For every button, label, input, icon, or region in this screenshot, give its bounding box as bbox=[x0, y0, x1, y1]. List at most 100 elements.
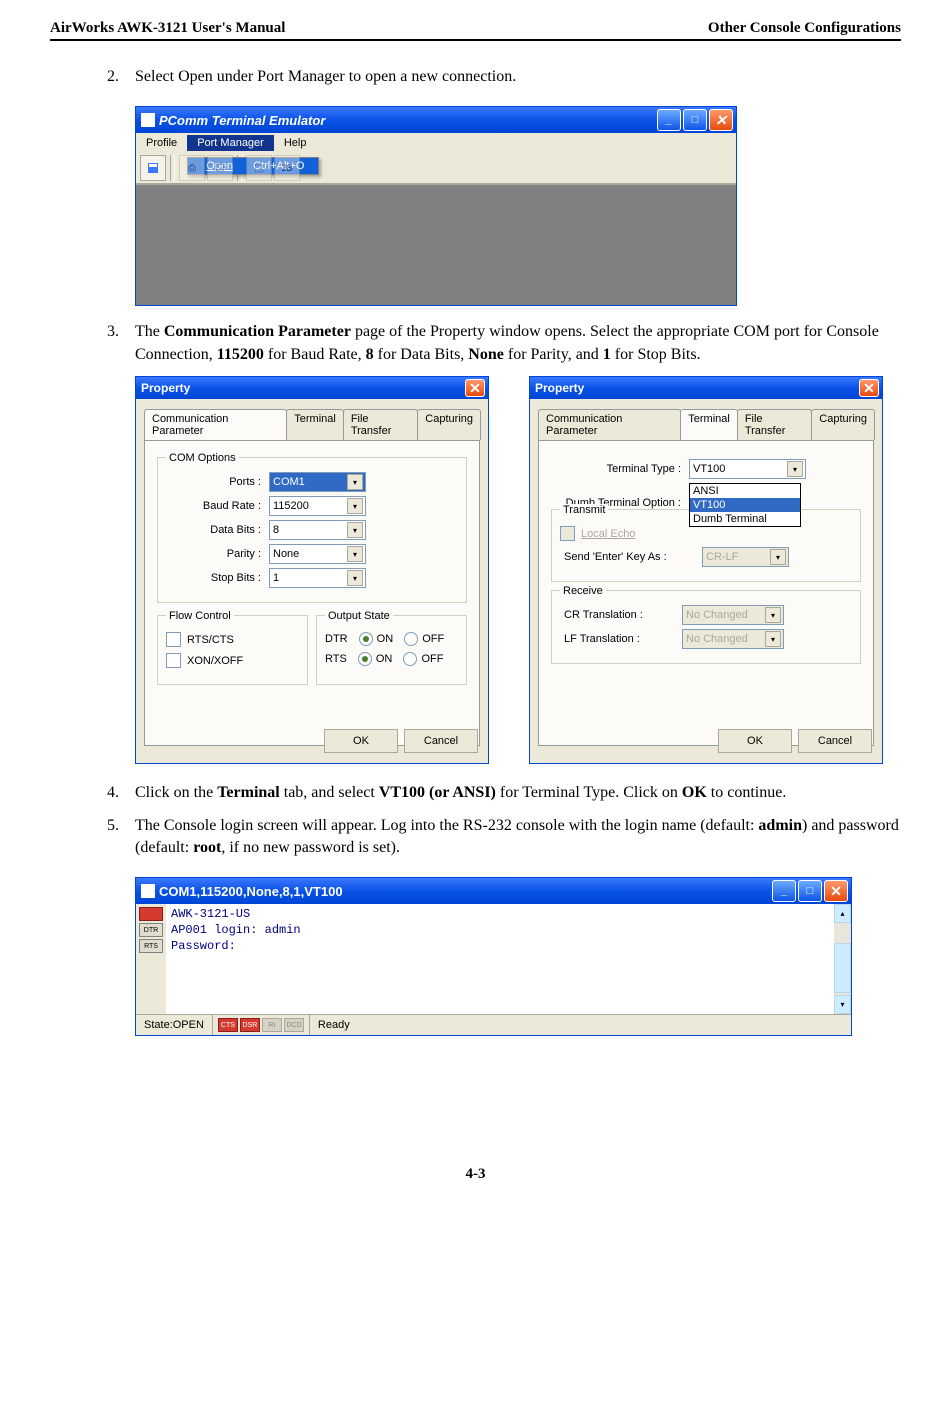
ok-button[interactable]: OK bbox=[324, 729, 398, 753]
radio-dtr-off[interactable] bbox=[404, 632, 418, 646]
checkbox-rtscts[interactable] bbox=[166, 632, 181, 647]
scrollbar[interactable]: ▴ ▾ bbox=[834, 904, 851, 1014]
combo-ports[interactable]: COM1▾ bbox=[269, 472, 366, 492]
chevron-down-icon: ▾ bbox=[787, 461, 803, 477]
text: root bbox=[193, 839, 221, 856]
label-baud: Baud Rate : bbox=[166, 500, 269, 512]
legend: Transmit bbox=[560, 504, 608, 516]
menu-profile[interactable]: Profile bbox=[136, 135, 187, 151]
titlebar: COM1,115200,None,8,1,VT100 _ □ ✕ bbox=[136, 878, 851, 904]
titlebar: Property ✕ bbox=[136, 377, 488, 399]
option-dumb[interactable]: Dumb Terminal bbox=[690, 512, 800, 526]
combo-value: VT100 bbox=[693, 463, 725, 475]
label: XON/XOFF bbox=[187, 655, 243, 667]
label: ON bbox=[376, 653, 393, 665]
combo-terminal-type[interactable]: VT100 ▾ bbox=[689, 459, 806, 479]
tab-file[interactable]: File Transfer bbox=[737, 409, 812, 440]
tabs: Communication Parameter Terminal File Tr… bbox=[144, 409, 480, 440]
terminal-type-dropdown: ANSI VT100 Dumb Terminal bbox=[689, 483, 801, 527]
minimize-button[interactable]: _ bbox=[657, 109, 681, 131]
tabs: Communication Parameter Terminal File Tr… bbox=[538, 409, 874, 440]
combo-value: CR-LF bbox=[706, 551, 738, 563]
cancel-button[interactable]: Cancel bbox=[798, 729, 872, 753]
term-line: AWK-3121-US bbox=[171, 907, 250, 921]
step-2: 2.Select Open under Port Manager to open… bbox=[135, 66, 901, 88]
step-2-text: Select Open under Port Manager to open a… bbox=[135, 68, 516, 85]
tab-comm[interactable]: Communication Parameter bbox=[538, 409, 681, 440]
cancel-button[interactable]: Cancel bbox=[404, 729, 478, 753]
close-button[interactable]: ✕ bbox=[465, 379, 485, 397]
chevron-down-icon: ▾ bbox=[347, 474, 363, 490]
tab-capturing[interactable]: Capturing bbox=[811, 409, 875, 440]
option-vt100[interactable]: VT100 bbox=[690, 498, 800, 512]
scroll-up-icon[interactable]: ▴ bbox=[834, 904, 851, 923]
tool-icon[interactable]: ☐ bbox=[207, 155, 233, 181]
label: OFF bbox=[421, 653, 443, 665]
maximize-button[interactable]: □ bbox=[683, 109, 707, 131]
text: for Stop Bits. bbox=[611, 346, 701, 363]
combo-value: 8 bbox=[273, 524, 279, 536]
label-terminal-type: Terminal Type : bbox=[551, 463, 689, 475]
label: DTR bbox=[325, 633, 348, 645]
text: for Terminal Type. Click on bbox=[496, 784, 682, 801]
radio-rts-off[interactable] bbox=[403, 652, 417, 666]
legend: COM Options bbox=[166, 452, 239, 464]
label: RTS/CTS bbox=[187, 634, 234, 646]
combo-stop-bits[interactable]: 1▾ bbox=[269, 568, 366, 588]
label: RTS bbox=[325, 653, 347, 665]
titlebar: PComm Terminal Emulator _ □ ✕ bbox=[136, 107, 736, 133]
close-button[interactable]: ✕ bbox=[859, 379, 879, 397]
window-title: COM1,115200,None,8,1,VT100 bbox=[159, 884, 343, 899]
combo-cr: No Changed▾ bbox=[682, 605, 784, 625]
label: OFF bbox=[422, 633, 444, 645]
tab-terminal[interactable]: Terminal bbox=[286, 409, 344, 440]
indicator-rts: RTS bbox=[139, 939, 163, 953]
toolbar-separator bbox=[170, 155, 175, 181]
indicator-status bbox=[139, 907, 163, 921]
maximize-button[interactable]: □ bbox=[798, 880, 822, 902]
combo-value: No Changed bbox=[686, 609, 748, 621]
combo-parity[interactable]: None▾ bbox=[269, 544, 366, 564]
text: 1 bbox=[603, 346, 611, 363]
minimize-button[interactable]: _ bbox=[772, 880, 796, 902]
menu-help[interactable]: Help bbox=[274, 135, 317, 151]
terminal-output[interactable]: AWK-3121-US AP001 login: admin Password: bbox=[166, 904, 834, 1014]
tool-icon[interactable]: ⎙ bbox=[179, 155, 205, 181]
scroll-down-icon[interactable]: ▾ bbox=[834, 995, 851, 1014]
text: Terminal bbox=[217, 784, 280, 801]
menu-port-manager[interactable]: Port Manager bbox=[187, 135, 274, 151]
indicator-panel: DTR RTS bbox=[136, 904, 166, 1014]
radio-dtr-on[interactable] bbox=[359, 632, 373, 646]
status-indicators: CTS DSR RI DCD bbox=[213, 1015, 310, 1035]
tab-file[interactable]: File Transfer bbox=[343, 409, 418, 440]
pcomm-window: PComm Terminal Emulator _ □ ✕ Profile Po… bbox=[135, 106, 737, 306]
status-ready: Ready bbox=[310, 1015, 358, 1035]
checkbox-local-echo bbox=[560, 526, 575, 541]
tab-capturing[interactable]: Capturing bbox=[417, 409, 481, 440]
label: Local Echo bbox=[581, 528, 635, 540]
radio-rts-on[interactable] bbox=[358, 652, 372, 666]
close-button[interactable]: ✕ bbox=[709, 109, 733, 131]
titlebar: Property ✕ bbox=[530, 377, 882, 399]
scroll-thumb[interactable] bbox=[834, 943, 851, 993]
combo-data-bits[interactable]: 8▾ bbox=[269, 520, 366, 540]
ok-button[interactable]: OK bbox=[718, 729, 792, 753]
ind-dcd: DCD bbox=[284, 1018, 304, 1032]
tool-2b[interactable]: 2B bbox=[274, 155, 300, 181]
tab-comm[interactable]: Communication Parameter bbox=[144, 409, 287, 440]
chevron-down-icon: ▾ bbox=[347, 522, 363, 538]
checkbox-xonxoff[interactable] bbox=[166, 653, 181, 668]
term-line: AP001 login: admin bbox=[171, 923, 301, 937]
tool-icon[interactable]: ⬚ bbox=[246, 155, 272, 181]
close-button[interactable]: ✕ bbox=[824, 880, 848, 902]
legend: Receive bbox=[560, 585, 606, 597]
tab-terminal[interactable]: Terminal bbox=[680, 409, 738, 440]
option-ansi[interactable]: ANSI bbox=[690, 484, 800, 498]
legend: Flow Control bbox=[166, 610, 234, 622]
text: The bbox=[135, 323, 164, 340]
text: , if no new password is set). bbox=[221, 839, 400, 856]
term-line: Password: bbox=[171, 939, 236, 953]
chevron-down-icon: ▾ bbox=[765, 631, 781, 647]
combo-baud[interactable]: 115200▾ bbox=[269, 496, 366, 516]
tool-profile-icon[interactable] bbox=[140, 155, 166, 181]
